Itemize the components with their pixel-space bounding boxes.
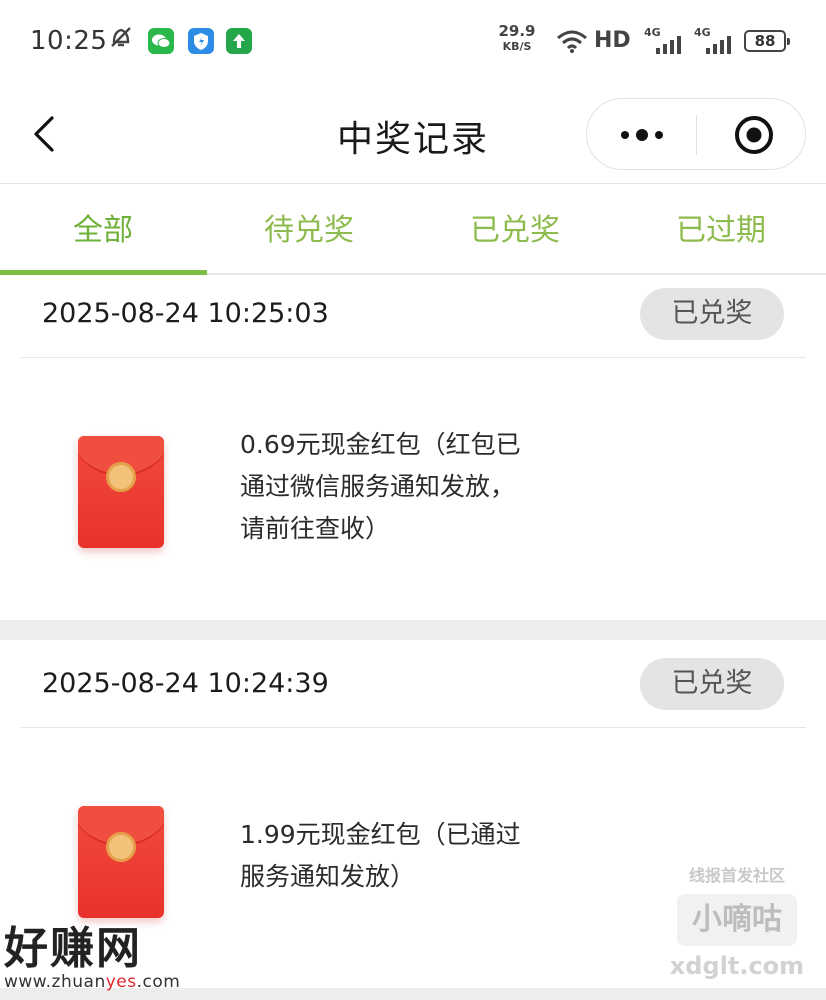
nav-bar: 中奖记录 [0, 86, 826, 184]
record-description-line: 0.69元现金红包（红包已 [240, 430, 521, 459]
tab-expired[interactable]: 已过期 [618, 185, 824, 273]
record-description: 1.99元现金红包（已通过 服务通知发放） [240, 814, 560, 898]
status-badge: 已兑奖 [640, 288, 784, 340]
tab-redeemed[interactable]: 已兑奖 [412, 185, 618, 273]
close-miniprogram-button[interactable] [733, 114, 775, 156]
shield-app-icon [188, 28, 214, 54]
record-time: 2025-08-24 10:24:39 [42, 668, 329, 699]
target-close-icon [735, 116, 773, 154]
status-badge: 已兑奖 [640, 658, 784, 710]
red-packet-icon [78, 806, 164, 918]
mute-icon [108, 24, 134, 57]
watermark-xdg: 线报首发社区 小嘀咕 xdglt.com [662, 862, 812, 992]
more-button[interactable] [617, 123, 667, 147]
section-gap [0, 620, 826, 640]
tab-bar: 全部 待兑奖 已兑奖 已过期 [0, 185, 826, 275]
tab-pending[interactable]: 待兑奖 [206, 185, 412, 273]
watermark-haozhuan: 好赚网 www.zhuanyes.com [4, 912, 204, 996]
record-description-line: 通过微信服务通知发放， [240, 472, 516, 501]
status-time: 10:25 [30, 26, 108, 56]
record-card[interactable]: 2025-08-24 10:25:03 已兑奖 0.69元现金红包（红包已 通过… [0, 276, 826, 620]
watermark-tagline: 线报首发社区 [688, 866, 785, 885]
status-bar: 10:25 29.9 KB/S HD 4G 4G 88 [0, 0, 826, 86]
watermark-url: www.zhuanyes.com [4, 972, 181, 992]
speed-value: 29.9 [498, 22, 536, 40]
record-description: 0.69元现金红包（红包已 通过微信服务通知发放， 请前往查收） [240, 424, 560, 550]
red-packet-icon [78, 436, 164, 548]
record-description-line: 1.99元现金红包（已通过 [240, 820, 521, 849]
record-header: 2025-08-24 10:25:03 已兑奖 [20, 276, 806, 358]
wifi-icon [556, 28, 588, 58]
battery-icon: 88 [744, 30, 790, 52]
miniprogram-capsule [586, 98, 806, 170]
record-header: 2025-08-24 10:24:39 已兑奖 [20, 646, 806, 728]
hd-indicator: HD [594, 28, 631, 53]
watermark-title: 好赚网 [4, 923, 142, 974]
speed-unit: KB/S [502, 40, 532, 53]
record-time: 2025-08-24 10:25:03 [42, 298, 329, 329]
upload-icon [226, 28, 252, 54]
watermark-brand: 小嘀咕 [677, 894, 797, 946]
more-dots-icon [621, 129, 663, 141]
record-description-line: 请前往查收） [240, 514, 391, 543]
capsule-divider [696, 115, 697, 155]
tab-all[interactable]: 全部 [0, 185, 206, 273]
active-tab-indicator [0, 270, 207, 275]
wechat-notification-icon [148, 28, 174, 54]
network-speed: 29.9 KB/S [494, 24, 540, 54]
record-description-line: 服务通知发放） [240, 862, 416, 891]
watermark-domain: xdglt.com [669, 952, 805, 980]
